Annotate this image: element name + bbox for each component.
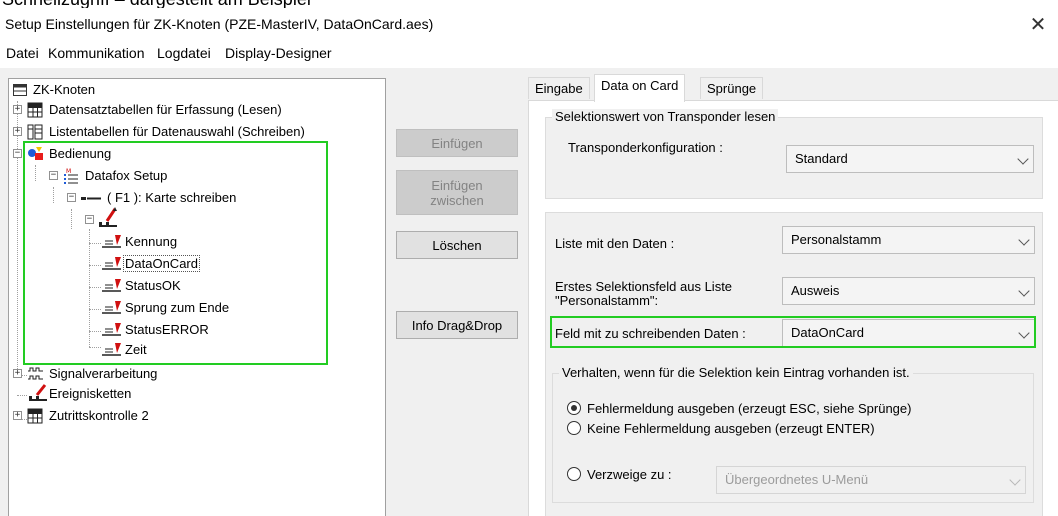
radio-keine-fehlermeldung-label: Keine Fehlermeldung ausgeben (erzeugt EN… xyxy=(587,421,875,436)
menu-datei[interactable]: Datei xyxy=(6,45,39,61)
radio-verzweige-label: Verzweige zu : xyxy=(587,467,672,482)
highlight-box-tree xyxy=(23,141,328,365)
verzweige-select-value: Übergeordnetes U-Menü xyxy=(725,472,869,487)
tree-node-label: Datensatztabellen für Erfassung (Lesen) xyxy=(49,102,282,117)
grid-icon xyxy=(27,102,43,118)
info-drag-drop-button[interactable]: Info Drag&Drop xyxy=(396,311,518,339)
tree-node-signalverarbeitung[interactable]: + Signalverarbeitung xyxy=(13,365,157,383)
signal-icon xyxy=(28,367,43,380)
list-table-icon xyxy=(27,124,43,140)
tree-node-root[interactable]: ZK-Knoten xyxy=(13,81,95,99)
tab-spruenge[interactable]: Sprünge xyxy=(700,77,764,99)
einfuegen-zwischen-label-1: Einfügen xyxy=(431,177,483,193)
liste-select[interactable]: Personalstamm xyxy=(782,226,1035,254)
window-title: Setup Einstellungen für ZK-Knoten (PZE-M… xyxy=(5,16,434,32)
close-button[interactable]: ✕ xyxy=(1018,8,1058,40)
menu-bar: Datei Kommunikation Logdatei Display-Des… xyxy=(0,40,1058,68)
menu-kommunikation[interactable]: Kommunikation xyxy=(48,45,145,61)
chevron-down-icon xyxy=(1009,474,1021,486)
chevron-down-icon xyxy=(1017,153,1029,165)
radio-fehlermeldung-label: Fehlermeldung ausgeben (erzeugt ESC, sie… xyxy=(587,401,912,416)
group-selektionswert: Selektionswert von Transponder lesen Tra… xyxy=(545,109,1043,199)
menu-display-designer[interactable]: Display-Designer xyxy=(225,45,332,61)
tree-node-listentabellen[interactable]: + Listentabellen für Datenauswahl (Schre… xyxy=(13,123,305,141)
expand-icon[interactable]: + xyxy=(13,411,22,420)
group-selektionswert-title: Selektionswert von Transponder lesen xyxy=(552,109,779,125)
radio-selected-dot xyxy=(571,405,577,411)
group-verhalten-title: Verhalten, wenn für die Selektion kein E… xyxy=(559,365,913,381)
group-liste: Liste mit den Daten : Personalstamm Erst… xyxy=(545,212,1043,516)
erstes-selektionsfeld-select[interactable]: Ausweis xyxy=(782,277,1035,305)
tree-node-datensatztabellen[interactable]: + Datensatztabellen für Erfassung (Lesen… xyxy=(13,101,282,119)
grid-icon xyxy=(27,408,43,424)
tree-node-label: Signalverarbeitung xyxy=(49,366,158,381)
tab-eingabe[interactable]: Eingabe xyxy=(528,77,590,99)
einfuegen-zwischen-label-2: zwischen xyxy=(430,192,484,208)
tree-node-zutrittskontrolle[interactable]: + Zutrittskontrolle 2 xyxy=(13,407,149,425)
einfuegen-zwischen-button[interactable]: Einfügen zwischen xyxy=(396,170,518,215)
liste-select-value: Personalstamm xyxy=(791,232,882,247)
tree-node-label: Listentabellen für Datenauswahl (Schreib… xyxy=(49,124,305,139)
liste-label: Liste mit den Daten : xyxy=(555,236,675,251)
erstes-selektionsfeld-label-2: "Personalstamm": xyxy=(555,293,659,308)
loeschen-button[interactable]: Löschen xyxy=(396,231,518,259)
menu-logdatei[interactable]: Logdatei xyxy=(157,45,211,61)
collapse-icon[interactable]: − xyxy=(13,149,22,158)
highlight-box-feld xyxy=(550,316,1036,348)
verzweige-select[interactable]: Übergeordnetes U-Menü xyxy=(716,466,1026,494)
einfuegen-button[interactable]: Einfügen xyxy=(396,129,518,157)
chevron-down-icon xyxy=(1018,285,1030,297)
erstes-selektionsfeld-select-value: Ausweis xyxy=(791,283,840,298)
transponder-select[interactable]: Standard xyxy=(786,145,1034,173)
tree-node-label: ZK-Knoten xyxy=(33,82,96,97)
table-icon xyxy=(13,84,27,96)
radio-fehlermeldung[interactable] xyxy=(567,401,581,415)
chain-pen-icon xyxy=(29,384,47,401)
caption-text: Schnellzugriff – dargestellt am Beispiel xyxy=(2,0,311,8)
tree-node-label: Ereignisketten xyxy=(49,386,132,401)
tab-data-on-card[interactable]: Data on Card xyxy=(594,74,686,102)
expand-icon[interactable]: + xyxy=(13,105,22,114)
caption-strip: Schnellzugriff – dargestellt am Beispiel xyxy=(0,0,1058,8)
expand-icon[interactable]: + xyxy=(13,369,22,378)
tree-node-label: Zutrittskontrolle 2 xyxy=(49,408,149,423)
chevron-down-icon xyxy=(1018,234,1030,246)
expand-icon[interactable]: + xyxy=(13,127,22,136)
tree-node-ereignisketten[interactable]: Ereignisketten xyxy=(13,384,132,403)
transponder-label: Transponderkonfiguration : xyxy=(568,140,723,155)
title-bar: Setup Einstellungen für ZK-Knoten (PZE-M… xyxy=(0,8,1058,40)
erstes-selektionsfeld-label-1: Erstes Selektionsfeld aus Liste xyxy=(555,279,733,294)
group-verhalten: Verhalten, wenn für die Selektion kein E… xyxy=(552,365,1034,503)
transponder-select-value: Standard xyxy=(795,151,848,166)
radio-keine-fehlermeldung[interactable] xyxy=(567,421,581,435)
radio-verzweige[interactable] xyxy=(567,467,581,481)
